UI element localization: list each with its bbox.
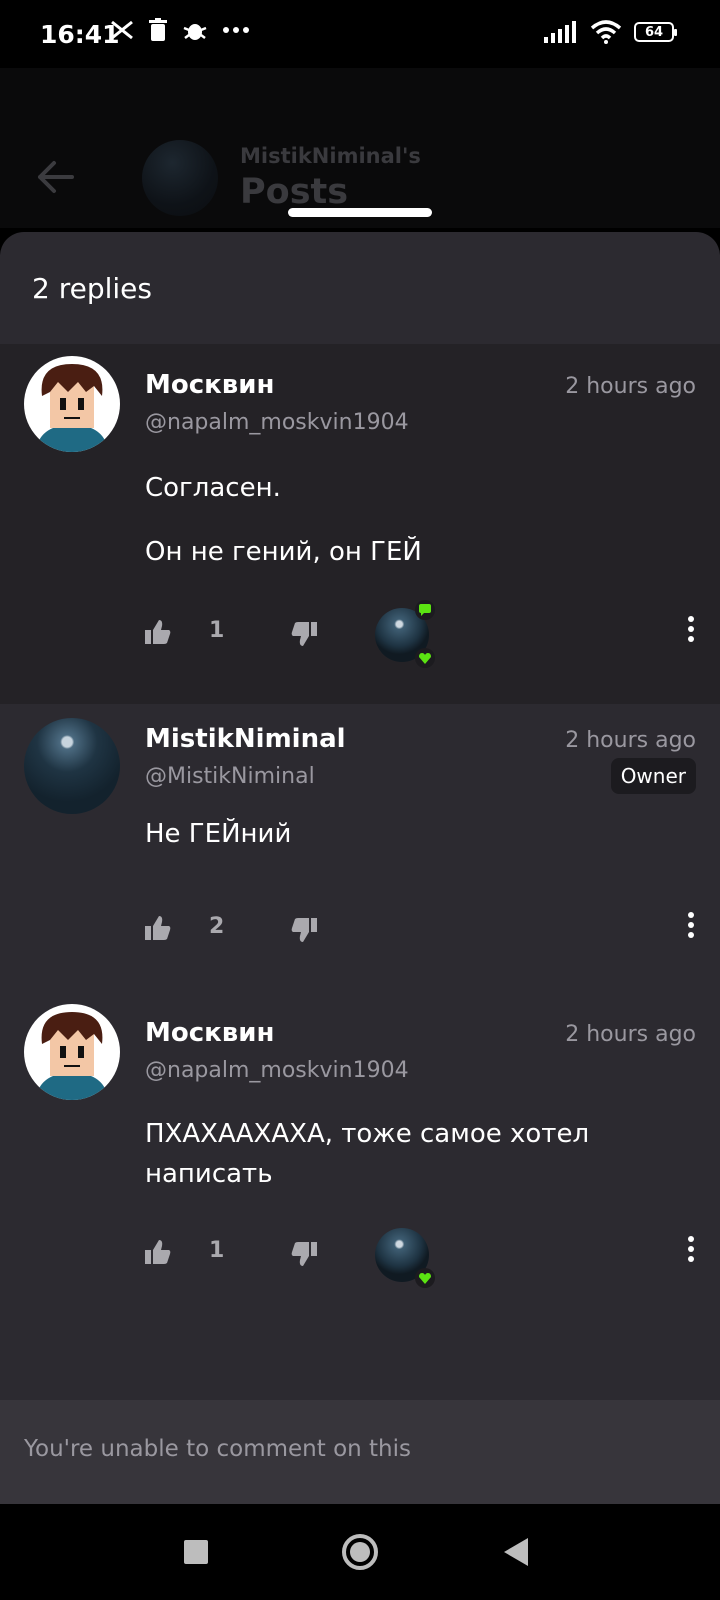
replies-count: 2 replies [32,271,152,305]
avatar[interactable] [24,356,120,452]
owner-badge: Owner [610,758,696,794]
trash-icon [149,18,167,41]
reply-author[interactable]: Москвин [145,370,274,400]
thumbs-down-icon[interactable] [291,622,317,646]
signal-icon [544,21,576,43]
reply-text: Он не гений, он ГЕЙ [145,537,422,567]
battery-indicator: 64 [634,22,677,42]
capcut-icon [111,20,133,40]
reply-author[interactable]: MistikNiminal [145,724,346,754]
header-subtitle: MistikNiminal's [240,144,421,168]
like-count: 1 [209,1238,225,1263]
wifi-icon [590,20,622,44]
reply-time: 2 hours ago [565,1022,696,1047]
reply-text: Не ГЕЙний [145,819,292,849]
reply-item: Москвин @napalm_moskvin1904 2 hours ago … [0,1004,720,1344]
replies-sheet: 2 replies Москвин @napalm_moskvin1904 2 … [0,232,720,1504]
moskvin-avatar-icon [36,364,108,452]
page-title: Posts [240,172,349,212]
reply-actions: 2 [145,904,695,954]
more-options-icon[interactable] [687,912,695,938]
more-options-icon[interactable] [687,1236,695,1262]
reply-handle[interactable]: @napalm_moskvin1904 [145,1058,409,1083]
heart-icon [419,652,431,664]
heart-badge [415,648,435,668]
thumbs-up-icon[interactable] [145,1240,171,1264]
thumbs-up-icon[interactable] [145,916,171,940]
reply-text: ПХАХААХАХА, тоже самое хотел написать [145,1119,590,1189]
thumbs-down-icon[interactable] [291,918,317,942]
reply-text: Согласен. [145,473,281,503]
moskvin-avatar-icon [36,1012,108,1100]
heart-badge [415,1268,435,1288]
reply-handle[interactable]: @napalm_moskvin1904 [145,410,409,435]
home-icon[interactable] [340,1532,380,1572]
sheet-drag-handle[interactable] [288,208,432,217]
bug-icon [183,24,207,40]
app-header: MistikNiminal's Posts [0,68,720,228]
reply-item: Москвин @napalm_moskvin1904 2 hours ago … [0,344,720,704]
reply-time: 2 hours ago [565,728,696,753]
comment-disabled-bar: You're unable to comment on this [0,1400,720,1504]
avatar[interactable] [24,1004,120,1100]
thumbs-down-icon[interactable] [291,1242,317,1266]
recent-apps-icon[interactable] [184,1540,208,1564]
reply-handle[interactable]: @MistikNiminal [145,764,315,789]
heart-icon [419,1272,431,1284]
reply-author[interactable]: Москвин [145,1018,274,1048]
like-count: 2 [209,914,225,939]
comment-bubble-icon [419,604,431,616]
reply-item: MistikNiminal @MistikNiminal 2 hours ago… [0,704,720,1004]
comment-disabled-text: You're unable to comment on this [24,1436,411,1462]
system-nav-bar [0,1504,720,1600]
reply-badge [415,600,435,620]
like-count: 1 [209,618,225,643]
more-options-icon[interactable] [687,616,695,642]
status-time: 16:41 [40,20,120,49]
reply-time: 2 hours ago [565,374,696,399]
status-notification-icons [110,18,250,42]
header-avatar [142,140,218,216]
reply-actions: 1 [145,1228,695,1288]
battery-level: 64 [644,24,664,40]
avatar[interactable] [24,718,120,814]
back-icon[interactable] [504,1538,530,1566]
back-arrow-icon[interactable] [36,160,74,194]
reply-actions: 1 [145,600,695,668]
more-notifications-icon [223,27,249,33]
status-bar: 16:41 64 [0,0,720,68]
status-system-icons: 64 [544,20,677,44]
thumbs-up-icon[interactable] [145,620,171,644]
